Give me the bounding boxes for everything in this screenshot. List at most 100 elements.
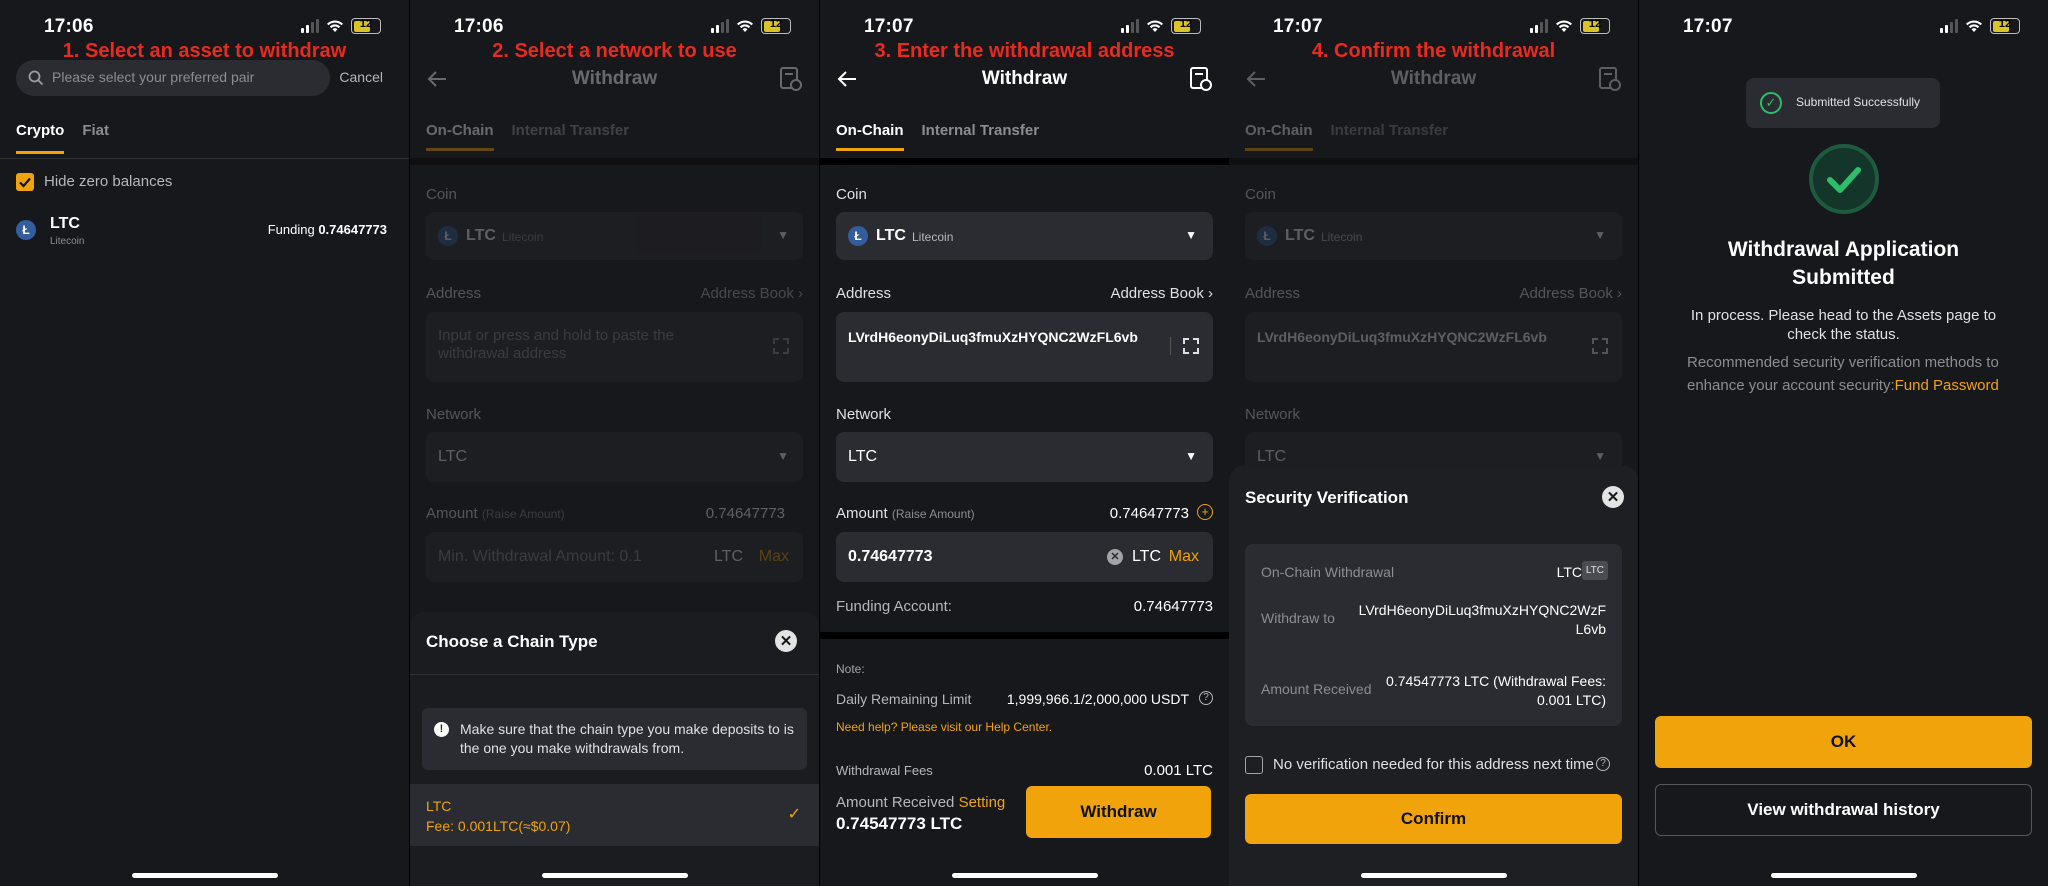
tab-internal-transfer[interactable]: Internal Transfer [512,122,630,151]
success-toast: ✓ Submitted Successfully [1746,78,1940,128]
received-label: Amount Received [836,794,955,811]
address-input[interactable]: LVrdH6eonyDiLuq3fmuXzHYQNC2WzFL6vb [836,312,1213,382]
tab-on-chain[interactable]: On-Chain [836,122,904,151]
panel-enter-address: 17:07 12 3. Enter the withdrawal address… [820,0,1229,886]
status-time: 17:07 [1683,16,1733,37]
battery-icon: 12 [351,18,381,34]
network-select[interactable]: LTC ▼ [836,432,1213,482]
confirm-button[interactable]: Confirm [1245,794,1622,844]
withdrawal-summary: On-Chain Withdrawal LTC LTC Withdraw to … [1245,544,1622,726]
coin-label: Coin [426,186,457,203]
address-input[interactable]: Input or press and hold to paste the wit… [426,312,803,382]
ltc-badge: LTC [1581,561,1608,580]
address-input[interactable]: LVrdH6eonyDiLuq3fmuXzHYQNC2WzFL6vb [1245,312,1622,382]
home-indicator [131,873,278,878]
tab-internal-transfer[interactable]: Internal Transfer [1331,122,1449,151]
chevron-down-icon: ▼ [1185,228,1197,242]
tab-internal-transfer[interactable]: Internal Transfer [922,122,1040,151]
hide-zero-checkbox[interactable] [16,173,34,191]
max-button[interactable]: Max [1169,548,1199,566]
raise-amount-link[interactable]: (Raise Amount) [892,507,975,521]
scan-icon[interactable] [773,338,789,354]
withdraw-button[interactable]: Withdraw [1026,786,1211,838]
status-time: 17:07 [1273,16,1323,37]
tab-on-chain[interactable]: On-Chain [426,122,494,151]
home-indicator [1360,873,1507,878]
amount-label: Amount [836,505,888,522]
coin-select[interactable]: Ł LTC Litecoin ▼ [426,212,803,260]
view-history-button[interactable]: View withdrawal history [1655,784,2032,836]
chain-option-ltc[interactable]: LTC Fee: 0.001LTC(≈$0.07) ✓ [410,784,819,846]
success-title: Withdrawal Application Submitted [1727,238,1960,289]
toast-text: Submitted Successfully [1796,95,1921,109]
setting-link[interactable]: Setting [959,794,1006,811]
wifi-icon [326,19,344,33]
cellular-icon [1530,19,1548,33]
chevron-down-icon: ▼ [777,449,789,463]
received-value: 0.74547773 LTC [836,814,963,833]
history-icon[interactable] [1598,66,1622,92]
panel-confirm: 17:07 12 4. Confirm the withdrawal Withd… [1229,0,1638,886]
cancel-button[interactable]: Cancel [339,69,383,85]
chevron-down-icon: ▼ [1185,449,1197,463]
battery-icon: 12 [1990,18,2020,34]
tab-on-chain[interactable]: On-Chain [1245,122,1313,151]
available-amount: 0.74647773 [1109,505,1189,522]
search-input[interactable]: Please select your preferred pair [16,60,330,96]
scan-icon[interactable] [1592,338,1608,354]
status-bar: 17:06 12 [0,14,409,40]
no-verify-label: No verification needed for this address … [1273,756,1594,773]
tab-crypto[interactable]: Crypto [16,122,65,154]
cellular-icon [711,19,729,33]
step-label: 2. Select a network to use [492,40,737,62]
tab-fiat[interactable]: Fiat [82,122,109,154]
coin-select[interactable]: Ł LTC Litecoin ▼ [836,212,1213,260]
wifi-icon [1146,19,1164,33]
status-time: 17:06 [454,16,504,37]
coin-select[interactable]: Ł LTC Litecoin ▼ [1245,212,1622,260]
network-label: Network [836,406,892,423]
fees-label: Withdrawal Fees [836,763,933,778]
amount-input[interactable]: 0.74647773 ✕ LTC Max [836,532,1213,582]
wifi-icon [1965,19,1983,33]
status-bar: 17:07 12 [1229,14,1638,40]
help-icon[interactable]: ? [1596,757,1610,771]
check-circle-icon: ✓ [1760,92,1782,114]
ok-button[interactable]: OK [1655,716,2032,768]
network-value: LTC [848,448,878,465]
address-book-link[interactable]: Address Book [1110,285,1203,302]
help-icon[interactable]: ? [1199,691,1213,705]
close-icon[interactable]: ✕ [775,630,797,652]
history-icon[interactable] [1189,66,1213,92]
page-title: Withdraw [981,68,1068,89]
clear-icon[interactable]: ✕ [1107,549,1123,565]
address-book-link[interactable]: Address Book [700,285,793,302]
close-icon[interactable]: ✕ [1602,486,1624,508]
address-label: Address [426,285,482,302]
hide-zero-label: Hide zero balances [44,173,173,190]
amount-input[interactable]: Min. Withdrawal Amount: 0.1 LTC Max [426,532,803,582]
status-bar: 17:07 12 [1639,14,2048,40]
home-indicator [951,873,1098,878]
help-center-link[interactable]: Need help? Please visit our Help Center. [836,720,1052,734]
funding-account-label: Funding Account: [836,598,952,615]
no-verify-checkbox[interactable] [1245,756,1263,774]
amount-unit: LTC [1131,548,1161,565]
chain-warning: ! Make sure that the chain type you make… [422,708,807,770]
scan-icon[interactable] [1183,338,1199,354]
wifi-icon [736,19,754,33]
page-title: Withdraw [571,68,658,89]
asset-row-ltc[interactable]: Ł LTC Litecoin Funding 0.74647773 [16,212,387,252]
coin-name: Litecoin [912,230,954,244]
network-select[interactable]: LTC ▼ [426,432,803,482]
cellular-icon [1940,19,1958,33]
ltc-coin-icon: Ł [848,226,868,246]
panel-select-asset: 17:06 12 1. Select an asset to withdraw … [0,0,409,886]
note-label: Note: [836,662,865,676]
add-icon[interactable]: + [1197,504,1213,520]
history-icon[interactable] [779,66,803,92]
cellular-icon [301,19,319,33]
page-title: Withdraw [1390,68,1477,89]
status-time: 17:06 [44,16,94,37]
fund-password-link[interactable]: Fund Password [1895,377,1999,394]
